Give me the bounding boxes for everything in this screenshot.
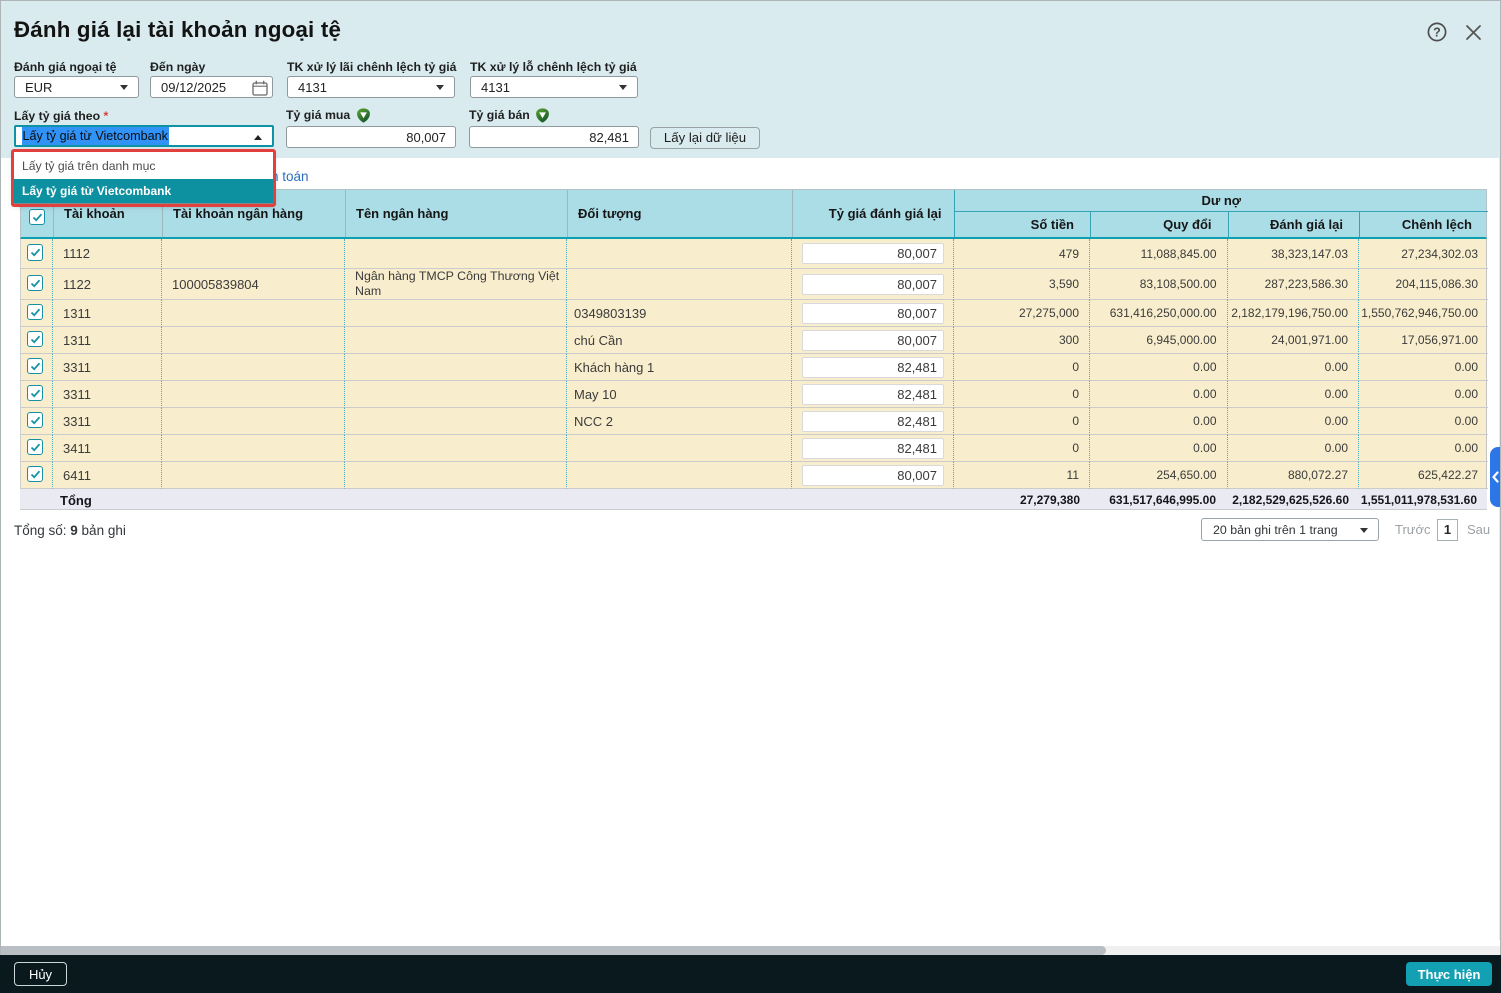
svg-text:?: ? — [1433, 25, 1441, 39]
